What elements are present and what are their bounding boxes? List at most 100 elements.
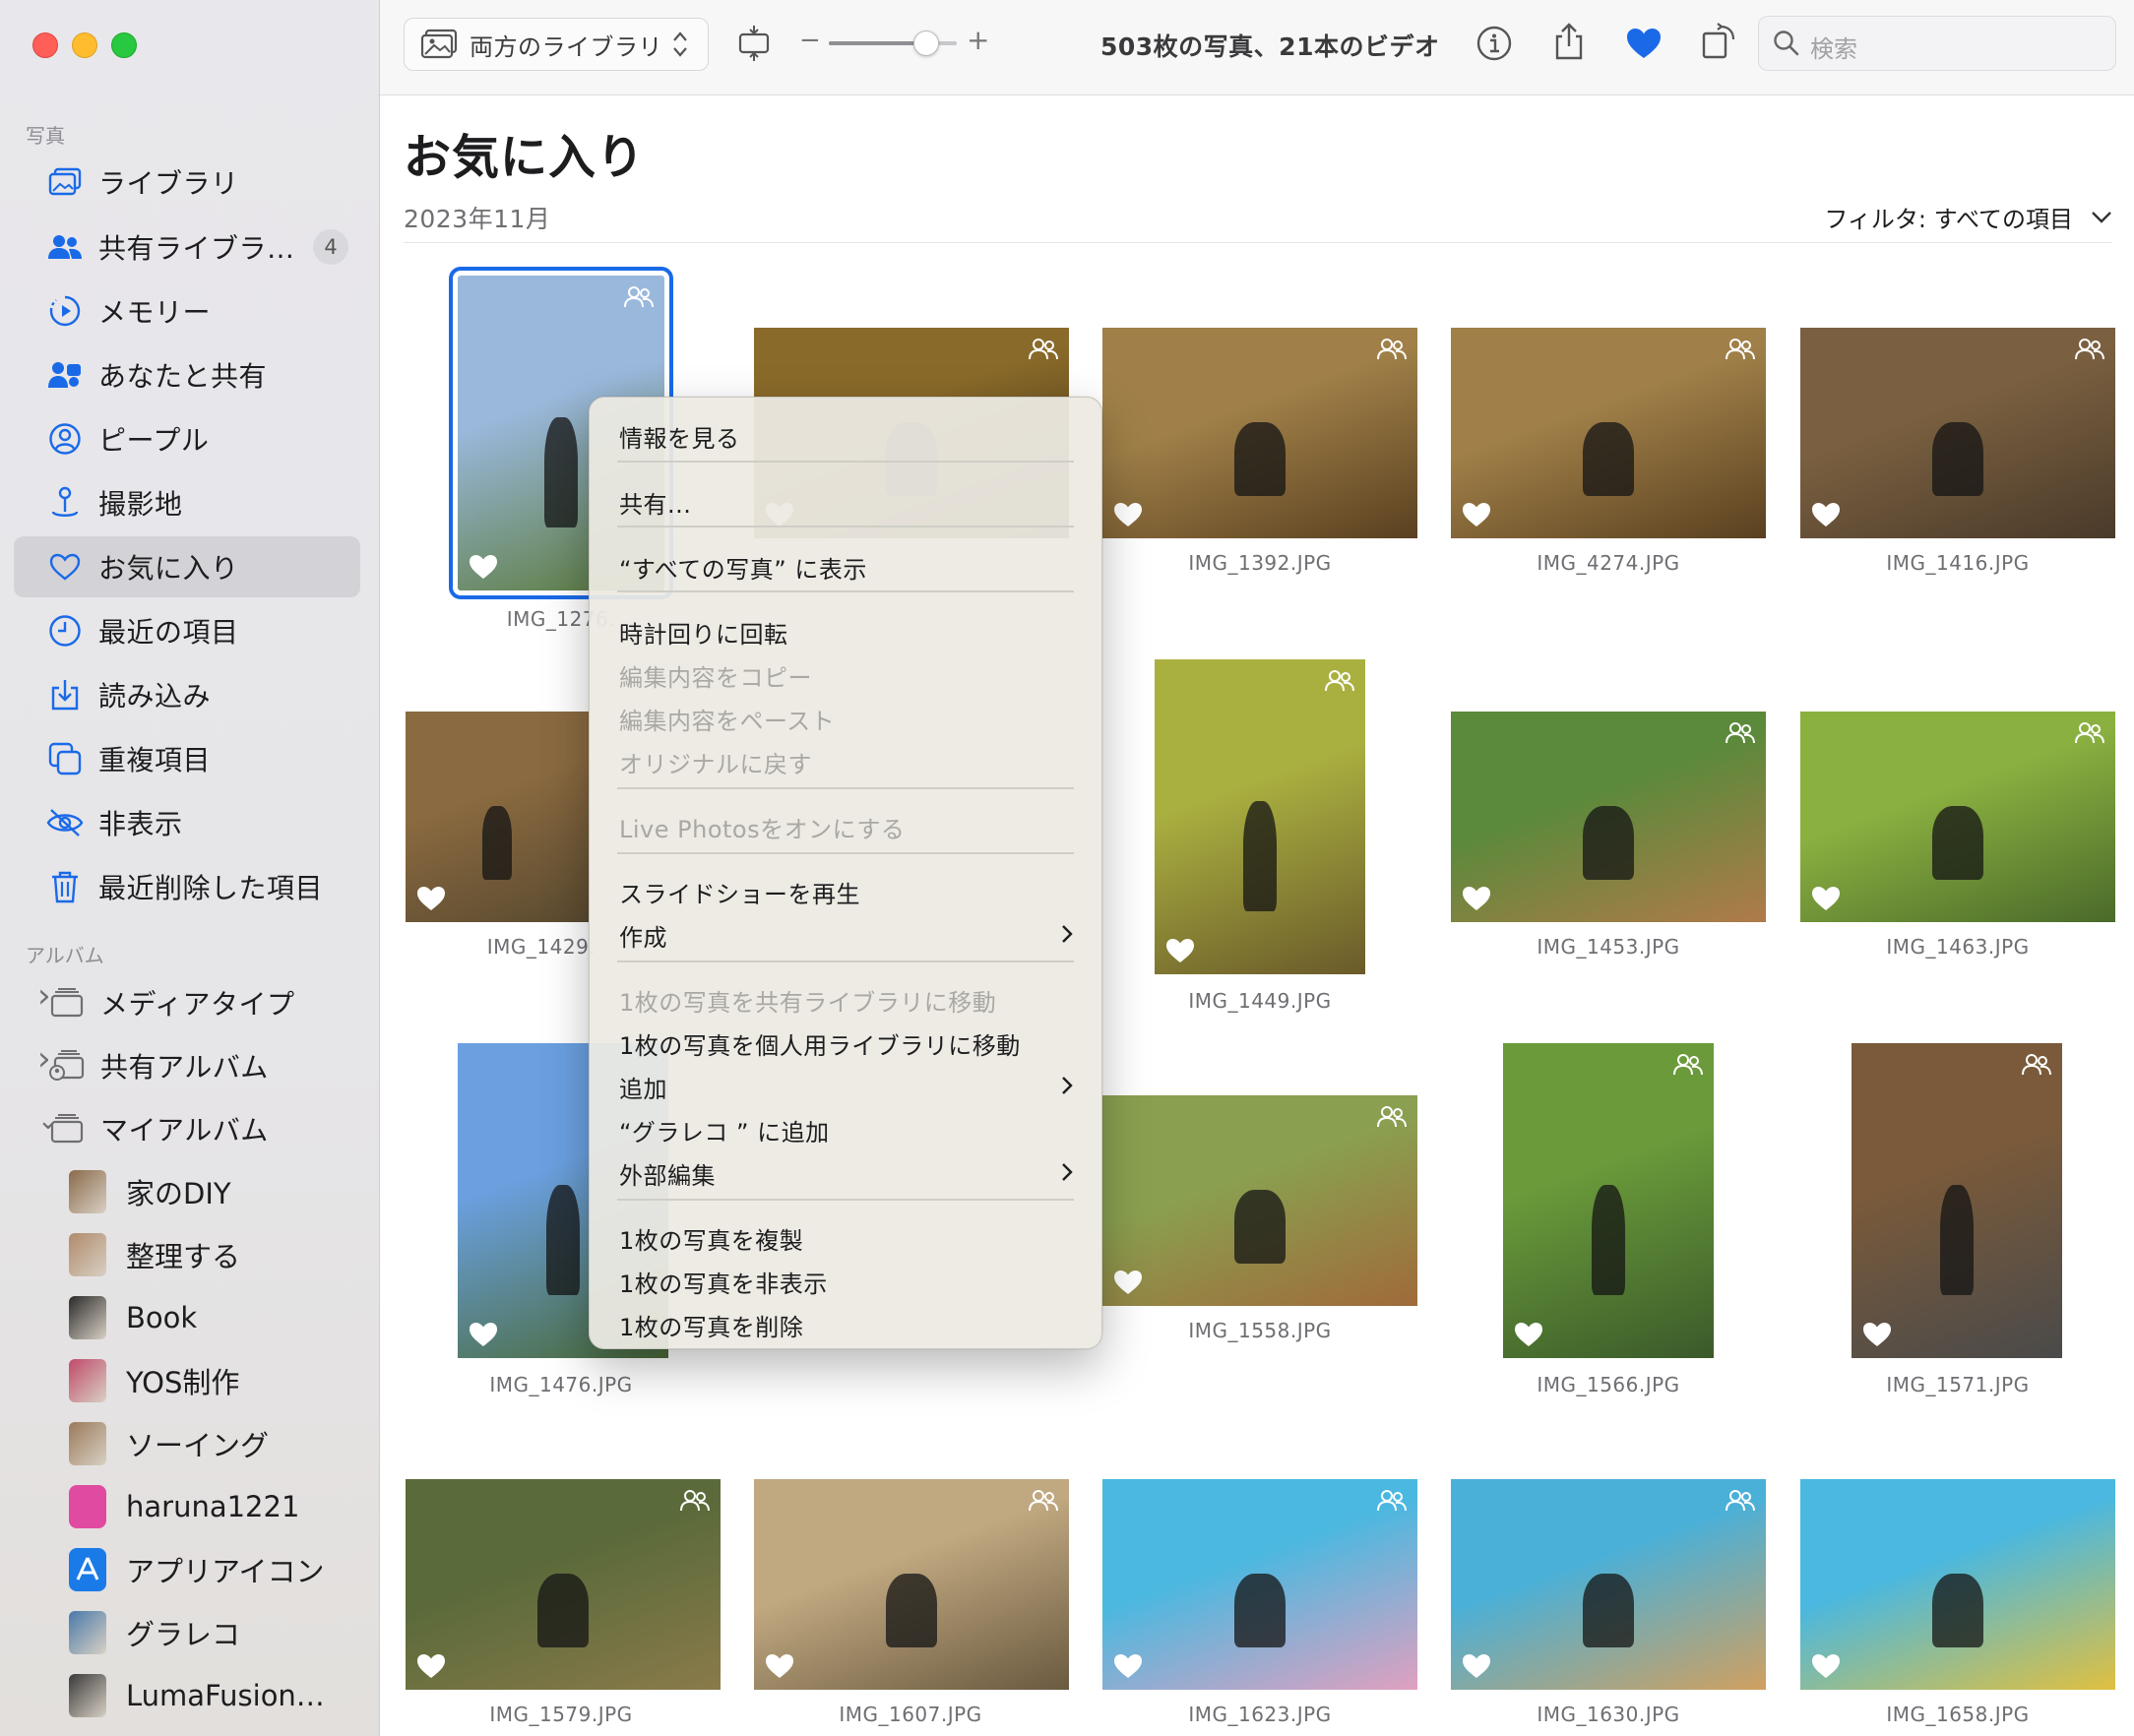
search-field[interactable]: 検索 — [1758, 16, 2116, 71]
sidebar-item-library[interactable]: ライブラリ — [14, 152, 360, 213]
album-item[interactable]: 家のDIY — [69, 1164, 231, 1219]
shared-library-icon — [1672, 1053, 1704, 1077]
favorite-heart-icon[interactable] — [1461, 1652, 1492, 1680]
sidebar-item-label: メモリー — [98, 296, 212, 329]
menu-item[interactable]: 追加 — [590, 1068, 1101, 1103]
menu-item[interactable]: 共有... — [590, 483, 1101, 519]
sidebar-item-label: お気に入り — [98, 552, 239, 585]
favorite-heart-icon[interactable] — [468, 1321, 499, 1348]
photo-thumbnail[interactable] — [1800, 328, 2115, 538]
sidebar-item-heart[interactable]: お気に入り — [14, 536, 360, 597]
favorite-heart-icon[interactable] — [1810, 1652, 1842, 1680]
favorite-heart-icon[interactable] — [1461, 501, 1492, 528]
photo-thumbnail[interactable] — [754, 1479, 1069, 1690]
menu-item[interactable]: “グラレコ ” に追加 — [590, 1111, 1101, 1147]
sidebar-item-places[interactable]: 撮影地 — [14, 472, 360, 533]
sidebar-folder-media-types[interactable]: › メディアタイプ — [14, 972, 360, 1033]
album-item[interactable]: グラレコ — [69, 1605, 240, 1660]
menu-item[interactable]: 1枚の写真を削除 — [590, 1306, 1101, 1341]
close-window-button[interactable] — [32, 32, 58, 58]
photo-thumbnail[interactable] — [1102, 1095, 1417, 1306]
menu-item[interactable]: 1枚の写真を非表示 — [590, 1263, 1101, 1298]
sidebar-item-import[interactable]: 読み込み — [14, 664, 360, 725]
sidebar-folder-my-albums[interactable]: ⌄ マイアルバム — [14, 1098, 360, 1159]
photo-thumbnail[interactable] — [1800, 1479, 2115, 1690]
photo-thumbnail[interactable] — [1102, 1479, 1417, 1690]
photo-thumbnail[interactable] — [1503, 1043, 1714, 1358]
photo-thumbnail[interactable] — [1800, 712, 2115, 922]
shared-library-icon — [2074, 721, 2105, 745]
photo-filename: IMG_1630.JPG — [1537, 1703, 1680, 1726]
photo-thumbnail[interactable] — [1852, 1043, 2062, 1358]
photo-thumbnail[interactable] — [1451, 328, 1766, 538]
sidebar-folder-shared-albums[interactable]: › 共有アルバム — [14, 1035, 360, 1096]
favorite-heart-icon[interactable] — [764, 1652, 795, 1680]
photo-thumbnail[interactable] — [406, 1479, 721, 1690]
photo-scene-figure — [1583, 806, 1634, 881]
chevron-down-icon[interactable]: ⌄ — [37, 1106, 59, 1136]
zoom-in-label[interactable]: + — [967, 24, 989, 56]
sidebar-item-clock[interactable]: 最近の項目 — [14, 600, 360, 661]
photo-thumbnail[interactable] — [1155, 659, 1365, 974]
minimize-window-button[interactable] — [72, 32, 97, 58]
menu-item[interactable]: 外部編集 — [590, 1154, 1101, 1190]
menu-item[interactable]: 作成 — [590, 916, 1101, 952]
photo-thumbnail[interactable] — [406, 712, 589, 922]
menu-item[interactable]: スライドショーを再生 — [590, 873, 1101, 908]
chevron-right-icon[interactable]: › — [37, 1039, 51, 1079]
album-item[interactable]: LumaFusion… — [69, 1668, 325, 1723]
favorite-heart-icon[interactable] — [415, 885, 447, 912]
favorite-heart-icon[interactable] — [1622, 22, 1665, 65]
favorite-heart-icon[interactable] — [1513, 1321, 1544, 1348]
menu-item[interactable]: 情報を見る — [590, 417, 1101, 453]
album-item[interactable]: アプリアイコン — [69, 1542, 325, 1597]
album-item[interactable]: ソーイング — [69, 1416, 269, 1471]
menu-item-label: 時計回りに回転 — [619, 621, 788, 649]
rotate-icon[interactable] — [1697, 20, 1740, 63]
photo-thumbnail[interactable] — [1451, 1479, 1766, 1690]
album-item[interactable]: haruna1221 — [69, 1479, 299, 1534]
menu-item[interactable]: “すべての写真” に表示 — [590, 548, 1101, 584]
favorite-heart-icon[interactable] — [1112, 1269, 1144, 1296]
filter-dropdown[interactable]: フィルタ: すべての項目 — [1824, 200, 2112, 234]
sidebar-item-shared-with-you[interactable]: あなたと共有 — [14, 344, 360, 405]
menu-item[interactable]: 1枚の写真を複製 — [590, 1219, 1101, 1255]
favorite-heart-icon[interactable] — [1112, 1652, 1144, 1680]
zoom-out-label[interactable]: − — [799, 26, 821, 55]
sidebar-item-duplicates[interactable]: 重複項目 — [14, 728, 360, 789]
zoom-slider[interactable] — [829, 31, 957, 56]
favorite-heart-icon[interactable] — [415, 1652, 447, 1680]
album-item[interactable]: 整理する — [69, 1227, 240, 1282]
menu-item-label: 共有... — [619, 491, 692, 519]
favorite-heart-icon[interactable] — [468, 553, 499, 581]
share-icon[interactable] — [1547, 20, 1591, 63]
favorite-heart-icon[interactable] — [1810, 885, 1842, 912]
sidebar-item-person[interactable]: ピープル — [14, 408, 360, 469]
album-thumbnail — [69, 1170, 106, 1213]
photo-thumbnail[interactable] — [1451, 712, 1766, 922]
menu-separator — [617, 526, 1074, 527]
favorite-heart-icon[interactable] — [1461, 885, 1492, 912]
album-item[interactable]: YOS制作 — [69, 1353, 239, 1408]
favorite-heart-icon[interactable] — [1164, 937, 1196, 964]
sidebar-item-people[interactable]: 共有ライブラ… 4 — [14, 217, 360, 278]
sidebar-item-trash[interactable]: 最近削除した項目 — [14, 856, 360, 917]
zoom-window-button[interactable] — [111, 32, 137, 58]
album-item[interactable]: Book — [69, 1290, 197, 1345]
sidebar-item-memories[interactable]: メモリー — [14, 280, 360, 341]
album-thumbnail — [69, 1611, 106, 1654]
menu-item[interactable]: 1枚の写真を個人用ライブラリに移動 — [590, 1024, 1101, 1060]
menu-item[interactable]: 時計回りに回転 — [590, 613, 1101, 649]
zoom-slider-knob[interactable] — [912, 31, 939, 56]
favorite-heart-icon[interactable] — [1861, 1321, 1893, 1348]
favorite-heart-icon[interactable] — [1810, 501, 1842, 528]
sidebar-item-hidden-eye[interactable]: 非表示 — [14, 792, 360, 853]
library-selector[interactable]: 両方のライブラリ — [404, 18, 709, 71]
fit-aspect-icon[interactable] — [734, 24, 774, 63]
chevron-right-icon[interactable]: › — [37, 976, 51, 1016]
menu-item-label: 編集内容をペースト — [619, 708, 836, 735]
library-selector-label: 両方のライブラリ — [470, 32, 662, 61]
favorite-heart-icon[interactable] — [1112, 501, 1144, 528]
info-icon[interactable] — [1473, 22, 1516, 65]
photo-thumbnail[interactable] — [1102, 328, 1417, 538]
